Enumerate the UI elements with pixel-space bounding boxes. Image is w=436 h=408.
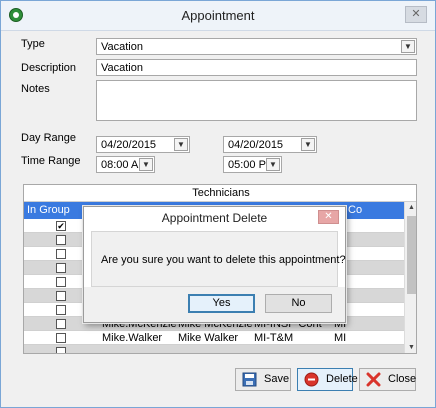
scroll-up-icon[interactable]: ▲ [405,202,416,214]
in-group-checkbox[interactable] [56,235,66,245]
save-label: Save [264,373,290,385]
close-label: Close [388,373,417,385]
in-group-checkbox[interactable] [56,291,66,301]
in-group-checkbox[interactable] [56,277,66,287]
type-combobox[interactable]: Vacation ▼ [96,38,417,55]
table-cell: MI [334,332,347,344]
time-start-picker[interactable]: 08:00 AM ▼ [96,156,155,173]
delete-confirm-dialog: Appointment Delete ✕ Are you sure you wa… [83,206,346,323]
table-row[interactable]: Mike.Walker Mike Walker MI-T&M MI [24,331,404,345]
in-group-checkbox[interactable] [56,249,66,259]
grid-vertical-scrollbar[interactable]: ▲ ▼ [404,202,416,353]
window-close-button[interactable]: ✕ [405,6,427,23]
table-row[interactable] [24,345,404,353]
window-title: Appointment [181,8,255,23]
in-group-checkbox[interactable]: ✔ [56,221,66,231]
day-range-label: Day Range [21,132,77,144]
chevron-down-icon[interactable]: ▼ [174,138,188,151]
scroll-thumb[interactable] [407,216,416,294]
in-group-checkbox[interactable] [56,333,66,343]
scroll-down-icon[interactable]: ▼ [405,342,416,353]
column-header-in-group[interactable]: In Group [27,204,70,216]
dialog-body: Are you sure you want to delete this app… [91,231,346,287]
delete-button[interactable]: Delete [297,368,358,391]
description-input[interactable]: Vacation [96,59,417,76]
dialog-close-button[interactable]: ✕ [318,210,339,224]
description-value: Vacation [101,62,143,74]
yes-button[interactable]: Yes [188,294,255,313]
day-start-picker[interactable]: 04/20/2015 ▼ [96,136,190,153]
title-bar: Appointment ✕ [1,1,435,31]
no-button[interactable]: No [265,294,332,313]
in-group-checkbox[interactable] [56,263,66,273]
dialog-title-bar: Appointment Delete ✕ [84,207,345,229]
type-label: Type [21,38,45,50]
notes-label: Notes [21,83,50,95]
time-range-label: Time Range [21,155,81,167]
in-group-checkbox[interactable] [56,347,66,353]
delete-label: Delete [326,373,358,385]
minus-circle-icon [303,372,319,387]
chevron-down-icon[interactable]: ▼ [401,40,415,53]
day-end-picker[interactable]: 04/20/2015 ▼ [223,136,317,153]
description-label: Description [21,62,77,74]
chevron-down-icon[interactable]: ▼ [139,158,153,171]
time-end-picker[interactable]: 05:00 PM ▼ [223,156,282,173]
red-x-icon [365,372,381,387]
in-group-checkbox[interactable] [56,319,66,329]
close-button[interactable]: Close [359,368,416,391]
in-group-checkbox[interactable] [56,305,66,315]
chevron-down-icon[interactable]: ▼ [266,158,280,171]
dialog-footer: Yes No [84,287,345,322]
floppy-disk-icon [241,372,257,387]
table-cell: Mike.Walker [102,332,163,344]
table-cell: MI-T&M [254,332,294,344]
type-value: Vacation [101,41,143,53]
chevron-down-icon[interactable]: ▼ [301,138,315,151]
table-cell: Mike Walker [178,332,239,344]
day-start-value: 04/20/2015 [101,139,157,151]
notes-textarea[interactable] [96,80,417,121]
dialog-title: Appointment Delete [161,211,268,225]
appointment-window: Appointment ✕ Type Vacation ▼ Descriptio… [0,0,436,408]
grid-caption: Technicians [24,185,416,202]
dialog-message: Are you sure you want to delete this app… [101,254,346,266]
save-button[interactable]: Save [235,368,291,391]
day-end-value: 04/20/2015 [228,139,284,151]
